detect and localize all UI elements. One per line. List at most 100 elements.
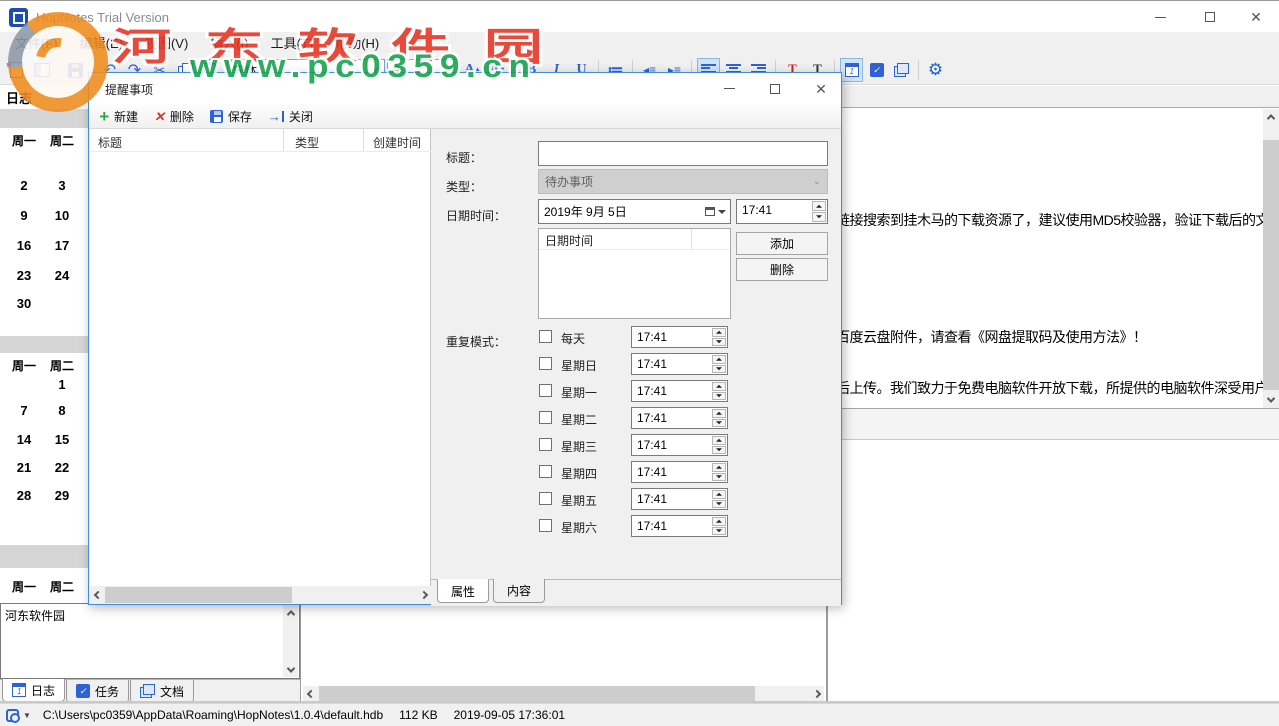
calendar-day[interactable]: 29: [44, 488, 80, 503]
checkbox-monday[interactable]: [539, 384, 552, 397]
calendar-day[interactable]: 16: [6, 238, 42, 253]
column-header-type[interactable]: 类型: [295, 134, 319, 151]
remove-datetime-button[interactable]: 删除: [736, 258, 828, 281]
spin-down-icon[interactable]: [812, 212, 826, 222]
tab-content[interactable]: 内容: [493, 579, 545, 603]
column-header-title[interactable]: 标题: [98, 134, 122, 151]
spinner-buttons[interactable]: [711, 381, 727, 401]
tab-tasks[interactable]: ✓任务: [66, 680, 129, 703]
repeat-time-spinner[interactable]: 17:41: [631, 407, 728, 429]
checkbox-thursday[interactable]: [539, 465, 552, 478]
calendar-day[interactable]: 1: [44, 377, 80, 392]
reminder-title-input[interactable]: [538, 141, 828, 166]
calendar-day[interactable]: 2: [6, 178, 42, 193]
minimize-button[interactable]: [1137, 1, 1183, 33]
settings-button[interactable]: ⚙: [924, 58, 947, 82]
calendar-day[interactable]: 15: [44, 432, 80, 447]
checkbox-wednesday[interactable]: [539, 438, 552, 451]
spinner-buttons[interactable]: [711, 435, 727, 455]
spinner-buttons[interactable]: [711, 516, 727, 536]
spin-up-icon[interactable]: [712, 355, 726, 364]
add-datetime-button[interactable]: 添加: [736, 232, 828, 255]
menu-edit[interactable]: 编辑(E): [69, 32, 134, 56]
scroll-right-button[interactable]: [416, 587, 431, 603]
close-dialog-button[interactable]: →关闭: [268, 108, 313, 125]
spin-down-icon[interactable]: [712, 392, 726, 401]
spin-up-icon[interactable]: [712, 436, 726, 445]
documents-view-button[interactable]: [890, 58, 913, 82]
checkbox-saturday[interactable]: [539, 519, 552, 532]
close-button[interactable]: ✕: [1233, 1, 1279, 33]
column-header-created[interactable]: 创建时间: [373, 134, 421, 151]
date-picker[interactable]: 2019年 9月 5日: [538, 199, 731, 224]
scroll-left-button[interactable]: [90, 587, 105, 603]
maximize-button[interactable]: [1187, 1, 1233, 33]
repeat-time-spinner[interactable]: 17:41: [631, 380, 728, 402]
calendar-day[interactable]: 8: [44, 403, 80, 418]
checkbox-friday[interactable]: [539, 492, 552, 505]
new-reminder-button[interactable]: +新建: [99, 108, 138, 125]
scroll-right-button[interactable]: [809, 686, 824, 701]
dialog-minimize-button[interactable]: [709, 73, 749, 104]
repeat-time-spinner[interactable]: 17:41: [631, 434, 728, 456]
spin-up-icon[interactable]: [712, 382, 726, 391]
calendar-day[interactable]: 7: [6, 403, 42, 418]
calendar-day[interactable]: 22: [44, 460, 80, 475]
calendar-day[interactable]: 3: [44, 178, 80, 193]
tab-documents[interactable]: 文档: [130, 680, 194, 703]
repeat-time-spinner[interactable]: 17:41: [631, 461, 728, 483]
spin-down-icon[interactable]: [712, 500, 726, 509]
notes-scrollbar[interactable]: [283, 605, 298, 677]
spinner-buttons[interactable]: [711, 327, 727, 347]
spinner-buttons[interactable]: [711, 462, 727, 482]
menu-help[interactable]: 帮助(H): [324, 32, 390, 56]
spin-up-icon[interactable]: [712, 517, 726, 526]
repeat-time-spinner[interactable]: 17:41: [631, 515, 728, 537]
layout-button[interactable]: [30, 58, 53, 82]
database-menu-button[interactable]: ▼: [6, 709, 31, 722]
spin-up-icon[interactable]: [812, 201, 826, 211]
spin-down-icon[interactable]: [712, 338, 726, 347]
spin-down-icon[interactable]: [712, 365, 726, 374]
save-button[interactable]: [64, 58, 87, 82]
menu-view[interactable]: 视图(V): [134, 32, 199, 56]
scroll-down-button[interactable]: [1263, 392, 1279, 408]
checkbox-tuesday[interactable]: [539, 411, 552, 424]
menu-file[interactable]: 文件(F): [4, 32, 69, 56]
spin-up-icon[interactable]: [712, 409, 726, 418]
reminder-type-select[interactable]: 待办事项 ⌄: [538, 169, 828, 194]
calendar-day[interactable]: 24: [44, 268, 80, 283]
time-spinner[interactable]: 17:41: [736, 199, 828, 224]
spinner-buttons[interactable]: [711, 408, 727, 428]
spin-down-icon[interactable]: [712, 473, 726, 482]
preview-vscrollbar[interactable]: [1263, 109, 1279, 408]
spinner-buttons[interactable]: [811, 200, 827, 223]
editor-hscrollbar[interactable]: [303, 686, 824, 701]
calendar-day[interactable]: 14: [6, 432, 42, 447]
list-hscrollbar[interactable]: [90, 587, 431, 603]
spin-up-icon[interactable]: [712, 328, 726, 337]
new-note-button[interactable]: [5, 58, 28, 82]
tasks-view-button[interactable]: ✓: [865, 58, 888, 82]
calendar-day[interactable]: 21: [6, 460, 42, 475]
calendar-day[interactable]: 17: [44, 238, 80, 253]
save-reminder-button[interactable]: 保存: [210, 108, 252, 125]
menu-tools[interactable]: 工具(T): [260, 32, 325, 56]
calendar-day[interactable]: 23: [6, 268, 42, 283]
dialog-close-button[interactable]: ✕: [801, 73, 841, 104]
datetime-list[interactable]: 日期时间: [538, 228, 731, 319]
tab-properties[interactable]: 属性: [437, 579, 489, 603]
delete-reminder-button[interactable]: ✕删除: [154, 108, 194, 125]
checkbox-sunday[interactable]: [539, 357, 552, 370]
repeat-time-spinner[interactable]: 17:41: [631, 326, 728, 348]
scroll-up-button[interactable]: [1263, 109, 1279, 125]
calendar-day[interactable]: 28: [6, 488, 42, 503]
repeat-time-spinner[interactable]: 17:41: [631, 353, 728, 375]
spin-down-icon[interactable]: [712, 527, 726, 536]
spinner-buttons[interactable]: [711, 354, 727, 374]
list-item[interactable]: 河东软件园: [5, 607, 65, 624]
scrollbar-thumb[interactable]: [1263, 140, 1279, 390]
spinner-buttons[interactable]: [711, 489, 727, 509]
spin-up-icon[interactable]: [712, 490, 726, 499]
calendar-day[interactable]: 9: [6, 208, 42, 223]
